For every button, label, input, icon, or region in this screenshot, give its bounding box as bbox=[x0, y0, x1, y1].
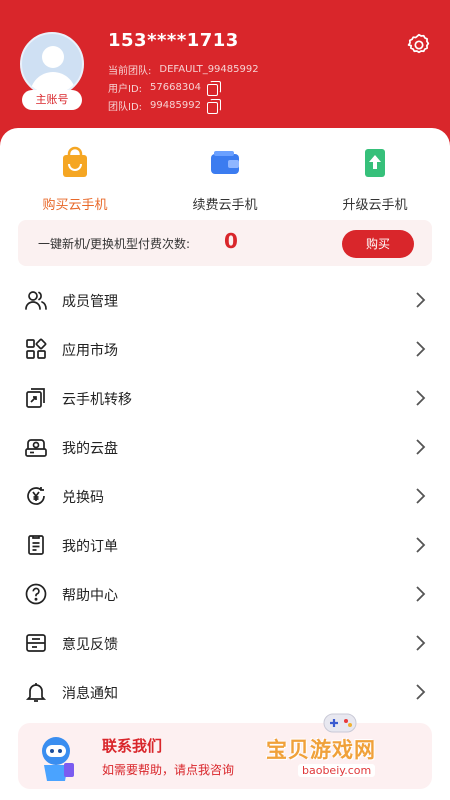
menu-item-help[interactable]: 帮助中心 bbox=[0, 570, 450, 619]
chevron-right-icon bbox=[416, 292, 426, 308]
main-account-badge: 主账号 bbox=[22, 90, 82, 110]
chevron-right-icon bbox=[416, 439, 426, 455]
menu-label: 应用市场 bbox=[62, 343, 118, 359]
copy-user-id-icon[interactable] bbox=[206, 80, 221, 96]
contact-title: 联系我们 bbox=[102, 737, 163, 755]
members-icon bbox=[25, 291, 47, 310]
current-team-label: 当前团队: bbox=[108, 66, 152, 77]
feedback-icon bbox=[26, 634, 46, 652]
transfer-icon bbox=[26, 388, 45, 408]
watermark-url: baobeiy.com bbox=[298, 764, 376, 777]
menu-label: 成员管理 bbox=[62, 294, 118, 310]
shopping-bag-icon bbox=[63, 146, 87, 177]
chevron-right-icon bbox=[416, 537, 426, 553]
menu-label: 我的订单 bbox=[62, 539, 118, 555]
menu-item-members[interactable]: 成员管理 bbox=[0, 276, 450, 325]
chevron-right-icon bbox=[416, 635, 426, 651]
watermark-text: 宝贝游戏网 bbox=[266, 738, 376, 762]
contact-subtitle: 如需要帮助，请点我咨询 bbox=[102, 763, 235, 777]
current-team-value: DEFAULT_99485992 bbox=[159, 64, 259, 75]
quick-action-buy[interactable]: 购买云手机 bbox=[0, 146, 150, 213]
user-id-line: 用户ID: 57668304 bbox=[108, 80, 221, 96]
user-id-value: 57668304 bbox=[150, 82, 201, 93]
main-card: 购买云手机 续费云手机 升级云手机 一键新机/更换机型付费次数: 0 购买 成员… bbox=[0, 128, 450, 800]
phone-number: 153****1713 bbox=[108, 30, 239, 51]
quick-action-upgrade[interactable]: 升级云手机 bbox=[300, 146, 450, 213]
bell-icon bbox=[25, 683, 47, 702]
promo-text: 一键新机/更换机型付费次数: bbox=[38, 237, 191, 251]
quick-action-label: 升级云手机 bbox=[342, 198, 408, 213]
menu-label: 意见反馈 bbox=[62, 637, 118, 653]
chevron-right-icon bbox=[416, 684, 426, 700]
mascot-robot-icon bbox=[42, 737, 74, 781]
team-id-label: 团队ID: bbox=[108, 102, 143, 113]
orders-icon bbox=[28, 535, 44, 555]
menu-item-cloud-disk[interactable]: 我的云盘 bbox=[0, 423, 450, 472]
upgrade-icon bbox=[365, 149, 385, 177]
current-team-line: 当前团队: DEFAULT_99485992 bbox=[108, 62, 259, 77]
menu-item-orders[interactable]: 我的订单 bbox=[0, 521, 450, 570]
chevron-right-icon bbox=[416, 488, 426, 504]
cloud-disk-icon bbox=[25, 439, 47, 457]
menu-item-feedback[interactable]: 意见反馈 bbox=[0, 619, 450, 668]
app-market-icon bbox=[26, 338, 47, 359]
settings-gear-icon[interactable] bbox=[406, 32, 432, 58]
menu-label: 帮助中心 bbox=[62, 588, 118, 604]
team-id-line: 团队ID: 99485992 bbox=[108, 98, 221, 114]
user-id-label: 用户ID: bbox=[108, 84, 143, 95]
quick-action-label: 购买云手机 bbox=[42, 198, 108, 213]
chevron-right-icon bbox=[416, 341, 426, 357]
menu-item-app-market[interactable]: 应用市场 bbox=[0, 325, 450, 374]
menu-label: 云手机转移 bbox=[62, 392, 132, 408]
chevron-right-icon bbox=[416, 586, 426, 602]
buy-button[interactable]: 购买 bbox=[342, 230, 414, 258]
new-device-promo: 一键新机/更换机型付费次数: 0 购买 bbox=[18, 220, 432, 266]
gamepad-icon bbox=[323, 713, 357, 733]
team-id-value: 99485992 bbox=[150, 100, 201, 111]
help-icon bbox=[25, 583, 47, 605]
profile-header: 主账号 153****1713 当前团队: DEFAULT_99485992 用… bbox=[0, 0, 450, 140]
menu-label: 兑换码 bbox=[62, 490, 104, 506]
menu-item-redeem[interactable]: 兑换码 bbox=[0, 472, 450, 521]
avatar-area[interactable]: 主账号 bbox=[20, 32, 84, 110]
quick-action-label: 续费云手机 bbox=[192, 198, 258, 213]
wallet-icon bbox=[211, 151, 239, 174]
copy-team-id-icon[interactable] bbox=[206, 98, 221, 114]
menu-label: 我的云盘 bbox=[62, 441, 118, 457]
promo-count: 0 bbox=[224, 229, 238, 253]
watermark-logo: 宝贝游戏网 baobeiy.com bbox=[260, 706, 428, 786]
menu-item-transfer[interactable]: 云手机转移 bbox=[0, 374, 450, 423]
chevron-right-icon bbox=[416, 390, 426, 406]
quick-action-renew[interactable]: 续费云手机 bbox=[150, 146, 300, 213]
avatar[interactable] bbox=[20, 32, 84, 96]
redeem-code-icon bbox=[27, 487, 45, 505]
menu-label: 消息通知 bbox=[62, 686, 118, 702]
